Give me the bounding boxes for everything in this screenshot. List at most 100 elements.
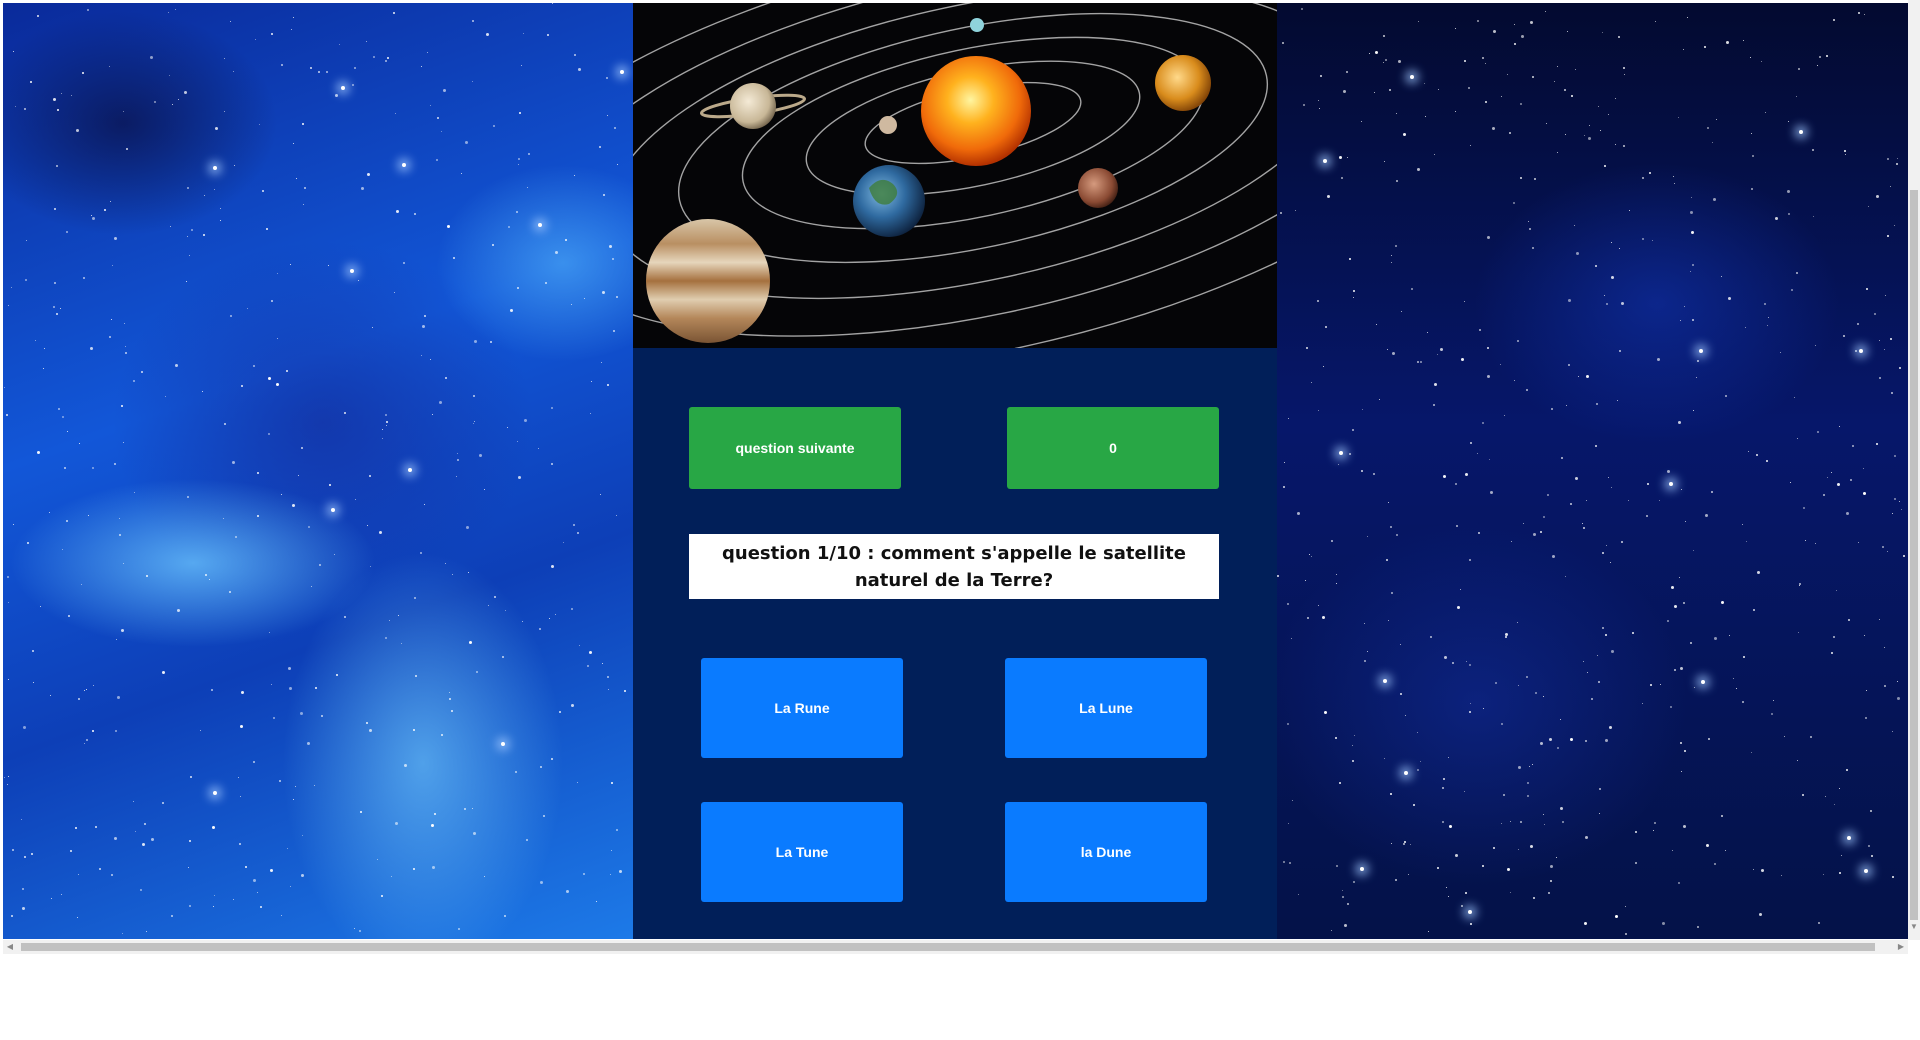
star-dot: [1287, 723, 1289, 725]
star-dot: [268, 377, 271, 380]
star-dot: [187, 187, 189, 189]
star-dot: [1417, 361, 1419, 363]
star-dot: [1691, 197, 1692, 198]
star-dot: [1602, 32, 1603, 33]
star-dot: [403, 262, 405, 264]
star-dot: [1751, 188, 1753, 190]
scroll-down-arrow-icon[interactable]: ▼: [1908, 922, 1920, 936]
star-dot: [449, 698, 451, 700]
star-dot: [1530, 21, 1533, 24]
star-dot: [484, 876, 485, 877]
vertical-scrollbar[interactable]: ▼: [1908, 0, 1920, 940]
star-dot: [1383, 62, 1384, 63]
star-dot: [1400, 644, 1401, 645]
star-dot: [1725, 395, 1727, 397]
star-dot: [1615, 144, 1616, 145]
bright-star: [402, 163, 406, 167]
star-dot: [1509, 132, 1511, 134]
star-dot: [1442, 787, 1444, 789]
scroll-left-arrow-icon[interactable]: ◀: [3, 940, 17, 954]
star-dot: [1487, 375, 1490, 378]
star-dot: [234, 165, 235, 166]
star-dot: [37, 15, 39, 17]
bright-star: [331, 508, 335, 512]
star-dot: [1833, 19, 1835, 21]
star-dot: [1327, 195, 1330, 198]
star-dot: [1845, 154, 1846, 155]
star-dot: [1388, 620, 1389, 621]
score-display[interactable]: 0: [1007, 407, 1219, 489]
star-dot: [1376, 324, 1377, 325]
star-dot: [1500, 364, 1501, 365]
star-dot: [1571, 95, 1573, 97]
star-dot: [1442, 821, 1444, 823]
star-dot: [12, 849, 14, 851]
star-dot: [1428, 931, 1429, 932]
star-dot: [468, 572, 469, 573]
star-dot: [1295, 210, 1296, 211]
answer-button-1[interactable]: La Rune: [701, 658, 903, 758]
star-dot: [439, 401, 442, 404]
star-dot: [421, 66, 422, 67]
vertical-scrollbar-thumb[interactable]: [1910, 190, 1918, 920]
star-dot: [1678, 117, 1679, 118]
star-dot: [1518, 766, 1521, 769]
star-dot: [1600, 130, 1601, 131]
star-dot: [67, 431, 68, 432]
star-dot: [1554, 81, 1555, 82]
horizontal-scrollbar[interactable]: ◀ ▶: [3, 940, 1908, 954]
star-dot: [1336, 583, 1337, 584]
horizontal-scrollbar-thumb[interactable]: [21, 943, 1875, 951]
star-dot: [610, 874, 611, 875]
star-dot: [1784, 736, 1785, 737]
star-dot: [547, 34, 549, 36]
star-dot: [1833, 636, 1835, 638]
star-dot: [1311, 556, 1312, 557]
star-dot: [590, 413, 591, 414]
star-dot: [1301, 8, 1303, 10]
star-dot: [1903, 555, 1905, 557]
star-dot: [112, 265, 113, 266]
star-dot: [1802, 794, 1804, 796]
star-dot: [358, 280, 359, 281]
star-dot: [1588, 137, 1591, 140]
star-dot: [260, 906, 262, 908]
star-dot: [1369, 53, 1370, 54]
star-dot: [44, 348, 45, 349]
star-dot: [1608, 477, 1609, 478]
star-dot: [1625, 906, 1626, 907]
star-dot: [1743, 656, 1745, 658]
star-dot: [1388, 502, 1389, 503]
star-dot: [1757, 571, 1760, 574]
answer-button-2[interactable]: La Lune: [1005, 658, 1207, 758]
star-dot: [78, 698, 80, 700]
star-dot: [1514, 43, 1516, 45]
star-dot: [1455, 854, 1458, 857]
star-dot: [115, 730, 117, 732]
star-dot: [1714, 863, 1716, 865]
star-dot: [1318, 410, 1319, 411]
star-dot: [566, 890, 569, 893]
star-dot: [1705, 514, 1708, 517]
answer-button-3[interactable]: La Tune: [701, 802, 903, 902]
star-dot: [1697, 360, 1699, 362]
star-dot: [257, 472, 259, 474]
star-dot: [245, 866, 247, 868]
star-dot: [1621, 302, 1624, 305]
star-dot: [1297, 512, 1300, 515]
next-question-button[interactable]: question suivante: [689, 407, 901, 489]
star-dot: [24, 856, 26, 858]
scroll-right-arrow-icon[interactable]: ▶: [1894, 940, 1908, 954]
star-dot: [1625, 933, 1627, 935]
star-dot: [1564, 89, 1566, 91]
star-dot: [445, 377, 447, 379]
star-dot: [1396, 534, 1398, 536]
star-dot: [607, 115, 608, 116]
star-dot: [1291, 638, 1292, 639]
answer-button-4[interactable]: la Dune: [1005, 802, 1207, 902]
star-dot: [1764, 303, 1766, 305]
star-dot: [565, 239, 567, 241]
star-dot: [122, 933, 123, 934]
star-dot: [508, 226, 510, 228]
question-text: question 1/10 : comment s'appelle le sat…: [722, 542, 1186, 591]
